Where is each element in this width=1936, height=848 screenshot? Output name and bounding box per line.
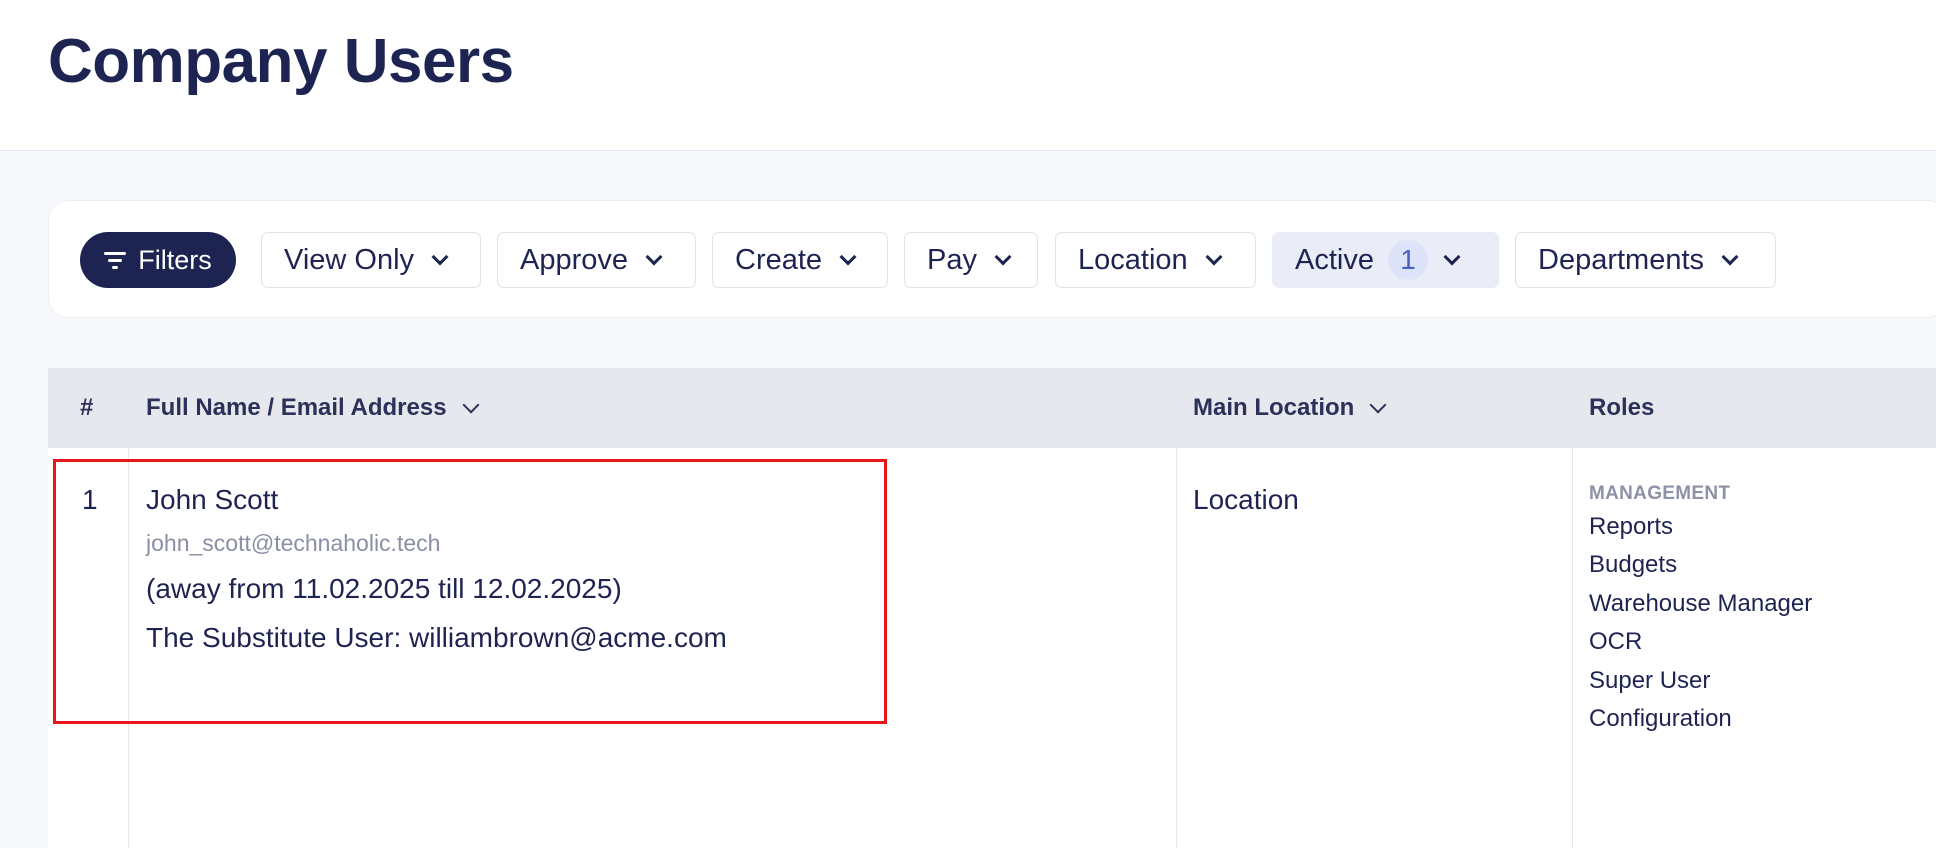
role-item: Configuration [1589, 705, 1732, 732]
column-header-number: # [80, 394, 94, 421]
chevron-down-icon [994, 248, 1012, 266]
chevron-down-icon [431, 248, 449, 266]
role-item: OCR [1589, 628, 1643, 655]
table-header: # Full Name / Email Address Main Locatio… [48, 368, 1936, 448]
column-header-name-email[interactable]: Full Name / Email Address [146, 368, 480, 448]
filter-active-dropdown[interactable]: Active 1 [1272, 232, 1499, 288]
substitute-user: The Substitute User: williambrown@acme.c… [146, 622, 727, 653]
dropdown-label: Pay [927, 243, 977, 276]
users-table: # Full Name / Email Address Main Locatio… [48, 368, 1936, 848]
column-header-roles: Roles [1589, 394, 1655, 421]
filters-button-label: Filters [138, 244, 212, 275]
dropdown-label: Active [1295, 243, 1374, 276]
filters-button[interactable]: Filters [80, 232, 236, 288]
page-header: Company Users [0, 0, 1936, 151]
role-item: Warehouse Manager [1589, 590, 1813, 617]
row-number: 1 [82, 484, 98, 515]
user-email: john_scott@technaholic.tech [146, 530, 441, 556]
user-away-period: (away from 11.02.2025 till 12.02.2025) [146, 573, 622, 604]
filter-pay-dropdown[interactable]: Pay [904, 232, 1038, 288]
filter-view-only-dropdown[interactable]: View Only [261, 232, 481, 288]
role-group-label: MANAGEMENT [1589, 483, 1731, 504]
dropdown-label: View Only [284, 243, 415, 276]
filter-departments-dropdown[interactable]: Departments [1515, 232, 1776, 288]
filter-lines-icon [104, 251, 127, 269]
chevron-down-icon [1205, 248, 1223, 266]
dropdown-label: Create [735, 243, 823, 276]
page-title: Company Users [48, 27, 514, 96]
dropdown-label: Departments [1538, 243, 1705, 276]
chevron-down-icon [645, 248, 663, 266]
column-header-main-location[interactable]: Main Location [1193, 368, 1387, 448]
filter-approve-dropdown[interactable]: Approve [497, 232, 696, 288]
column-divider [128, 368, 129, 848]
chevron-down-icon [1443, 248, 1461, 266]
role-item: Reports [1589, 513, 1674, 540]
role-item: Budgets [1589, 551, 1678, 578]
chevron-down-icon [462, 396, 480, 414]
filter-location-dropdown[interactable]: Location [1055, 232, 1256, 288]
dropdown-label: Approve [520, 243, 629, 276]
dropdown-label: Location [1078, 243, 1188, 276]
main-location: Location [1193, 484, 1299, 515]
chevron-down-icon [1369, 396, 1387, 414]
chevron-down-icon [1721, 248, 1739, 266]
active-count-badge: 1 [1387, 240, 1428, 280]
role-item: Super User [1589, 667, 1711, 694]
user-full-name[interactable]: John Scott [146, 484, 278, 516]
filter-create-dropdown[interactable]: Create [712, 232, 888, 288]
column-divider [1572, 368, 1573, 848]
column-divider [1176, 368, 1177, 848]
chevron-down-icon [839, 248, 857, 266]
